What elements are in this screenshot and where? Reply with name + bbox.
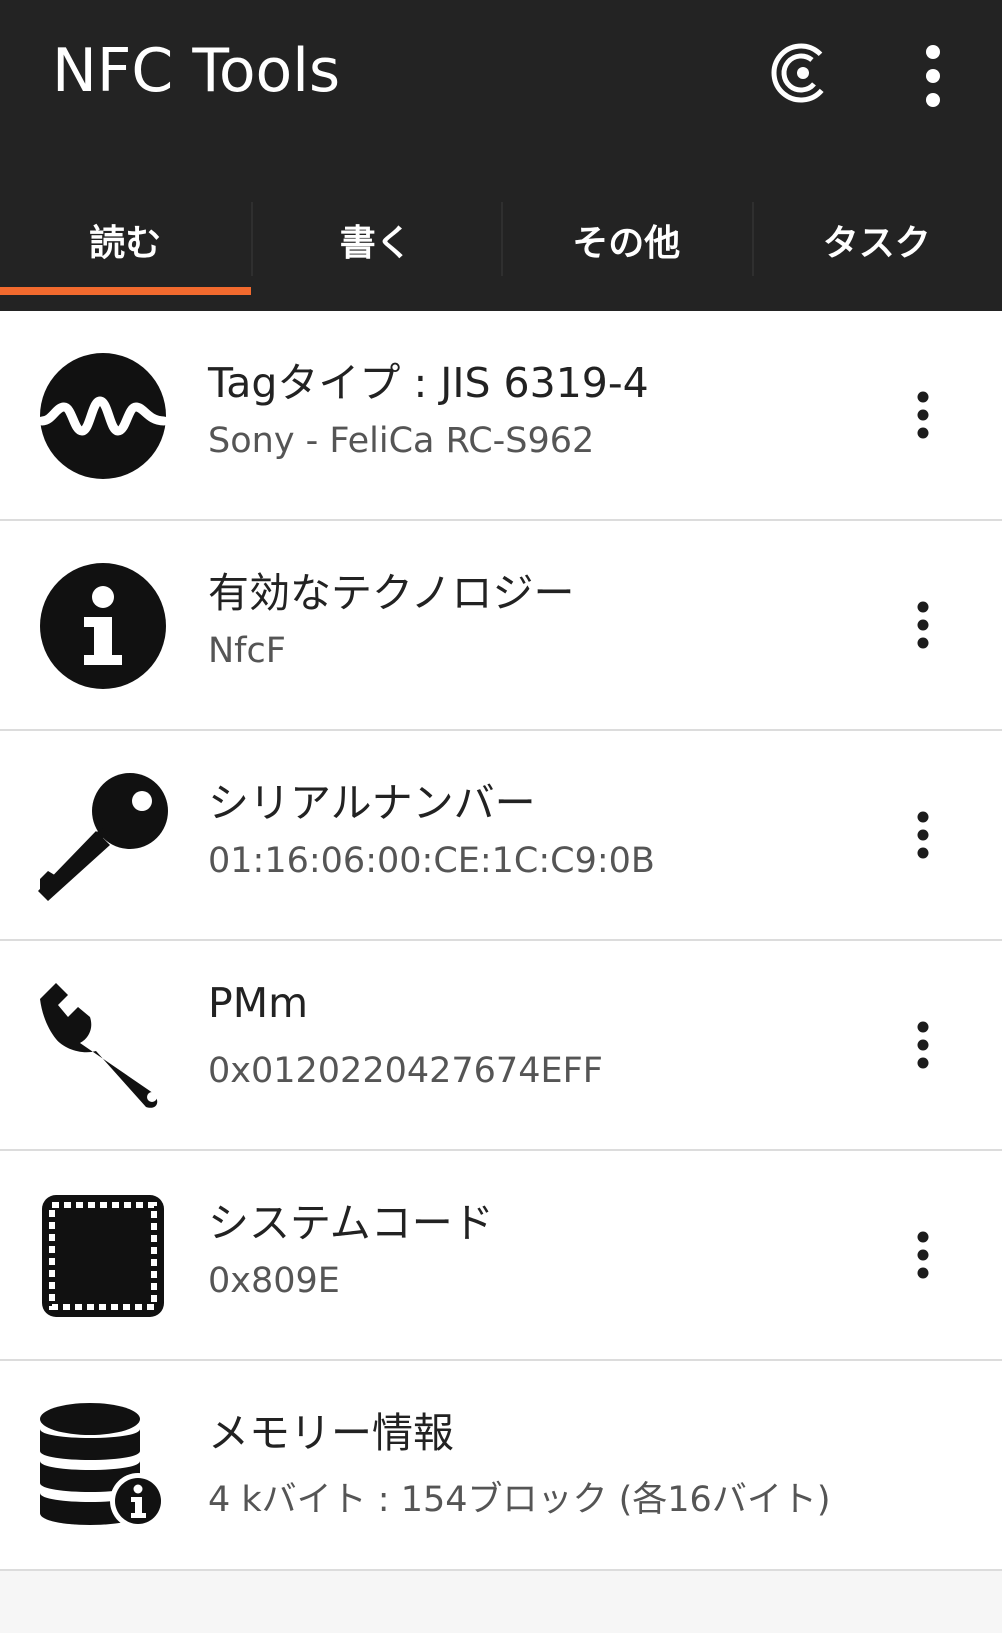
item-title: Tagタイプ : JIS 6319-4 (208, 359, 649, 407)
list-item-pmm[interactable]: PMm 0x0120220427674EFF (0, 941, 1002, 1151)
app-title: NFC Tools (52, 36, 341, 106)
database-info-icon (40, 1403, 166, 1529)
key-icon (38, 773, 168, 901)
list-item-technologies[interactable]: 有効なテクノロジー NfcF (0, 521, 1002, 731)
item-subtitle: 0x0120220427674EFF (208, 1051, 603, 1091)
list-item-system-code[interactable]: システムコード 0x809E (0, 1151, 1002, 1361)
tab-tasks[interactable]: タスク (751, 196, 1002, 311)
tab-bar: 読む 書く その他 タスク (0, 196, 1002, 311)
waveform-icon (38, 353, 168, 479)
item-subtitle: NfcF (208, 631, 286, 671)
item-title: シリアルナンバー (208, 779, 536, 827)
overflow-menu-icon[interactable] (912, 44, 954, 108)
tag-info-list: Tagタイプ : JIS 6319-4 Sony - FeliCa RC-S96… (0, 311, 1002, 1571)
item-more-icon[interactable] (910, 1231, 936, 1279)
item-title: メモリー情報 (208, 1409, 454, 1457)
item-more-icon[interactable] (910, 1021, 936, 1069)
chip-icon (42, 1195, 164, 1317)
tab-read[interactable]: 読む (0, 196, 251, 311)
wrench-icon (40, 983, 158, 1108)
list-item-serial-number[interactable]: シリアルナンバー 01:16:06:00:CE:1C:C9:0B (0, 731, 1002, 941)
app-bar: NFC Tools 読む 書く その他 タスク (0, 0, 1002, 311)
item-subtitle: 0x809E (208, 1261, 340, 1301)
item-more-icon[interactable] (910, 391, 936, 439)
item-subtitle: Sony - FeliCa RC-S962 (208, 421, 595, 461)
tab-write[interactable]: 書く (250, 196, 502, 311)
item-more-icon[interactable] (910, 601, 936, 649)
list-item-tag-type[interactable]: Tagタイプ : JIS 6319-4 Sony - FeliCa RC-S96… (0, 311, 1002, 521)
item-title: PMm (208, 979, 309, 1027)
item-title: 有効なテクノロジー (208, 569, 575, 617)
tab-other[interactable]: その他 (501, 196, 752, 311)
item-title: システムコード (208, 1199, 494, 1247)
nfc-icon[interactable] (770, 42, 832, 104)
info-icon (40, 563, 166, 689)
item-subtitle: 01:16:06:00:CE:1C:C9:0B (208, 841, 655, 881)
item-more-icon[interactable] (910, 811, 936, 859)
item-subtitle: 4 kバイト : 154ブロック (各16バイト) (208, 1480, 831, 1520)
list-item-memory-info[interactable]: メモリー情報 4 kバイト : 154ブロック (各16バイト) (0, 1361, 1002, 1571)
